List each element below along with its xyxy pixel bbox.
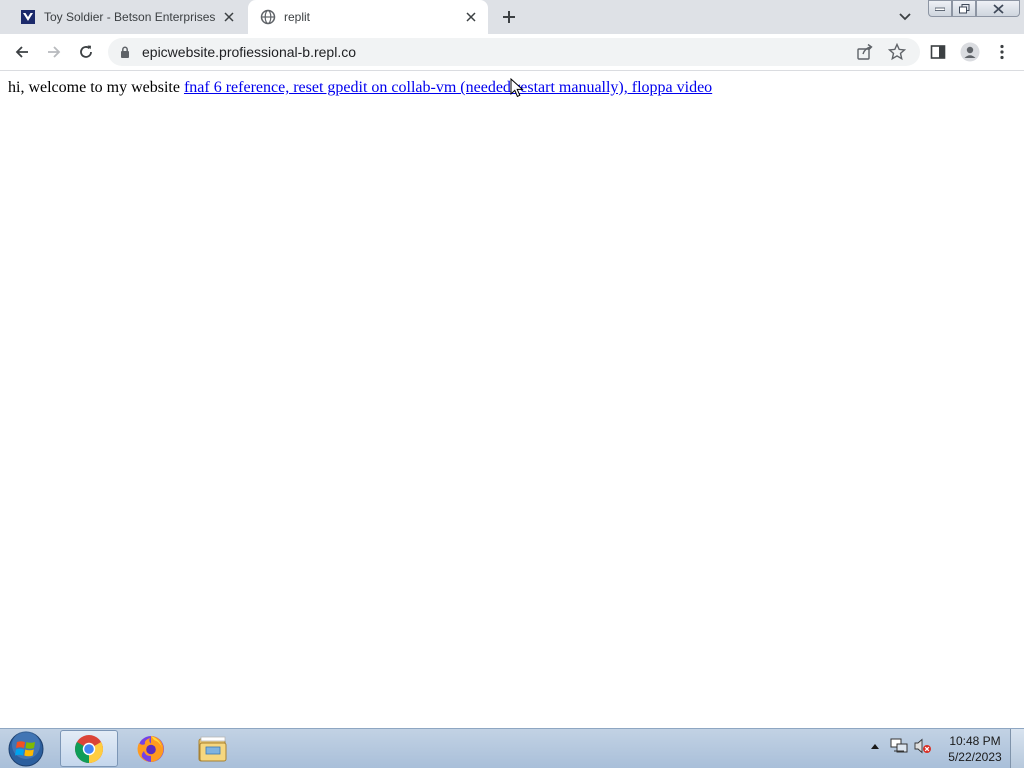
tab-title: Toy Soldier - Betson Enterprises (44, 10, 216, 24)
back-button[interactable] (10, 40, 34, 64)
file-explorer-icon (198, 736, 227, 761)
new-tab-button[interactable] (498, 6, 520, 28)
close-window-button[interactable] (976, 0, 1020, 17)
restore-icon (958, 3, 969, 13)
page-content: hi, welcome to my website fnaf 6 referen… (0, 72, 1024, 728)
close-tab-icon[interactable] (220, 8, 238, 26)
welcome-paragraph: hi, welcome to my website fnaf 6 referen… (8, 79, 712, 97)
network-tray[interactable] (890, 737, 908, 755)
bookmark-star-icon[interactable] (888, 43, 906, 61)
tab-toy-soldier[interactable]: Toy Soldier - Betson Enterprises (8, 0, 246, 34)
tab-title: replit (284, 10, 311, 24)
taskbar-firefox[interactable] (122, 730, 180, 767)
forward-button[interactable] (42, 40, 66, 64)
lock-icon[interactable] (118, 45, 132, 59)
speaker-muted-icon (914, 738, 931, 754)
taskbar-chrome[interactable] (60, 730, 118, 767)
betson-logo-icon (20, 9, 36, 25)
globe-icon (260, 9, 276, 25)
url-text[interactable]: epicwebsite.profiessional-b.repl.co (142, 44, 356, 60)
clock-date: 5/22/2023 (948, 750, 1002, 764)
plus-icon (503, 11, 515, 23)
tab-strip: Toy Soldier - Betson Enterprises replit (0, 0, 1024, 34)
side-panel-button[interactable] (926, 40, 950, 64)
minimize-button[interactable] (928, 0, 952, 17)
chevron-down-icon (899, 13, 911, 21)
chrome-icon (75, 734, 103, 763)
mouse-pointer-icon (510, 78, 524, 98)
volume-tray[interactable] (914, 737, 932, 755)
taskbar: 10:48 PM 5/22/2023 (0, 728, 1024, 768)
windows-start-icon (8, 731, 44, 767)
clock-time: 10:48 PM (949, 734, 1001, 748)
page-link[interactable]: fnaf 6 reference, reset gpedit on collab… (184, 79, 712, 96)
network-icon (890, 738, 908, 753)
restore-button[interactable] (952, 0, 976, 17)
tab-search-button[interactable] (896, 8, 914, 26)
close-tab-icon[interactable] (462, 8, 480, 26)
arrow-right-icon (48, 46, 61, 58)
profile-button[interactable] (958, 40, 982, 64)
share-icon[interactable] (856, 43, 874, 61)
arrow-left-icon (15, 46, 28, 58)
reload-icon (80, 45, 92, 58)
chevron-up-icon (871, 744, 879, 749)
taskbar-file-explorer[interactable] (184, 730, 242, 767)
menu-button[interactable] (990, 40, 1014, 64)
browser-toolbar: epicwebsite.profiessional-b.repl.co (0, 34, 1024, 71)
show-desktop-button[interactable] (1010, 729, 1024, 768)
system-clock[interactable]: 10:48 PM 5/22/2023 (944, 733, 1006, 765)
minimize-icon (935, 7, 945, 11)
kebab-menu-icon (1000, 44, 1004, 60)
side-panel-icon (930, 45, 946, 59)
start-button[interactable] (6, 731, 46, 767)
show-hidden-icons-button[interactable] (866, 737, 884, 755)
firefox-icon (137, 735, 164, 762)
close-icon (992, 3, 1004, 14)
welcome-text: hi, welcome to my website (8, 79, 184, 96)
profile-avatar-icon (960, 42, 980, 62)
tab-replit[interactable]: replit (248, 0, 488, 34)
reload-button[interactable] (74, 40, 98, 64)
address-bar[interactable]: epicwebsite.profiessional-b.repl.co (108, 38, 920, 66)
